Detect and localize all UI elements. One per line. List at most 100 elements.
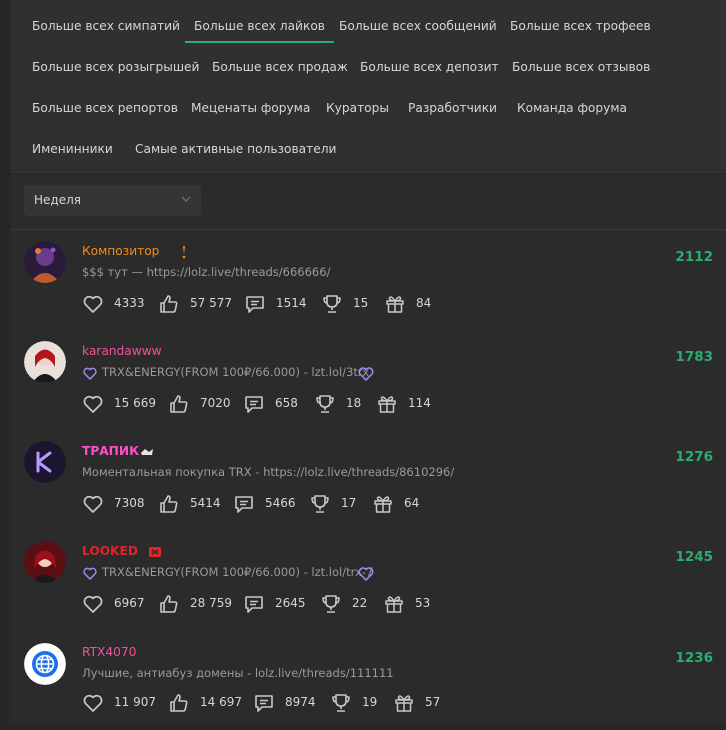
likes-count: 6967 bbox=[114, 596, 145, 610]
message-icon bbox=[246, 296, 264, 313]
thumbs-up-icon bbox=[170, 395, 188, 413]
tab-most-active-users[interactable]: Самые активные пользователи bbox=[135, 123, 336, 164]
leaderboard-row: Композитор $$$ тут — https://lolz.live/t… bbox=[11, 230, 726, 330]
messages-count: 2645 bbox=[275, 596, 306, 610]
trophy-icon bbox=[332, 694, 350, 712]
heart-icon bbox=[83, 495, 103, 513]
thumbs-count: 28 759 bbox=[190, 596, 232, 610]
thumbs-count: 5414 bbox=[190, 496, 221, 510]
gift-icon bbox=[385, 596, 403, 613]
username[interactable]: Композитор bbox=[82, 244, 159, 258]
avatar[interactable] bbox=[24, 241, 66, 283]
user-status: Лучшие, антиабуз домены - lolz.live/thre… bbox=[82, 666, 394, 680]
username[interactable]: LOOKED bbox=[82, 544, 138, 558]
heart-badge-icon bbox=[83, 367, 97, 380]
trophies-count: 17 bbox=[341, 496, 357, 510]
tab-most-deposit[interactable]: Больше всех депозит bbox=[360, 41, 499, 82]
heart-badge-icon bbox=[83, 567, 97, 580]
badge-icon bbox=[182, 246, 186, 259]
trophy-icon bbox=[316, 395, 334, 413]
gifts-count: 114 bbox=[408, 396, 431, 410]
leaderboard-row: RTX4070 Лучшие, антиабуз домены - lolz.l… bbox=[11, 630, 726, 730]
heart-badge-icon bbox=[358, 367, 374, 381]
thumbs-up-icon bbox=[160, 495, 178, 513]
gifts-count: 53 bbox=[415, 596, 431, 610]
trophy-icon bbox=[311, 495, 329, 513]
tab-most-sympathies[interactable]: Больше всех симпатий bbox=[32, 0, 180, 41]
gifts-count: 57 bbox=[425, 695, 441, 709]
gift-icon bbox=[374, 496, 392, 513]
user-status: $$$ тут — https://lolz.live/threads/6666… bbox=[82, 265, 331, 279]
trophy-icon bbox=[322, 595, 340, 613]
badge-icon bbox=[141, 449, 153, 455]
username[interactable]: karandawww bbox=[82, 344, 162, 358]
likes-count: 4333 bbox=[114, 296, 145, 310]
thumbs-count: 7020 bbox=[200, 396, 231, 410]
leaderboard-row: ТРАПИК Моментальная покупка TRX - https:… bbox=[11, 430, 726, 530]
thumbs-up-icon bbox=[170, 694, 188, 712]
thumbs-up-icon bbox=[160, 595, 178, 613]
leaderboard-row: LOOKED TRX&ENERGY(FROM 100₽/66.000) - lz… bbox=[11, 530, 726, 630]
message-icon bbox=[255, 695, 273, 712]
trophies-count: 22 bbox=[352, 596, 368, 610]
avatar[interactable] bbox=[24, 541, 66, 583]
trophies-count: 18 bbox=[346, 396, 362, 410]
heart-icon bbox=[83, 694, 103, 712]
tab-most-reports[interactable]: Больше всех репортов bbox=[32, 82, 178, 123]
trophies-count: 15 bbox=[353, 296, 369, 310]
thumbs-count: 57 577 bbox=[190, 296, 232, 310]
user-status: TRX&ENERGY(FROM 100₽/66.000) - lzt.lol/t… bbox=[102, 565, 374, 579]
score: 1783 bbox=[675, 349, 713, 365]
score: 2112 bbox=[675, 249, 713, 265]
score: 1236 bbox=[675, 650, 713, 666]
tab-forum-team[interactable]: Команда форума bbox=[517, 82, 627, 123]
heart-icon bbox=[83, 395, 103, 413]
trophies-count: 19 bbox=[362, 695, 378, 709]
messages-count: 658 bbox=[275, 396, 298, 410]
tab-most-sales[interactable]: Больше всех продаж bbox=[212, 41, 348, 82]
heart-badge-icon bbox=[358, 567, 374, 581]
likes-count: 11 907 bbox=[114, 695, 156, 709]
tab-most-reviews[interactable]: Больше всех отзывов bbox=[512, 41, 650, 82]
tab-developers[interactable]: Разработчики bbox=[408, 82, 497, 123]
username[interactable]: RTX4070 bbox=[82, 645, 136, 659]
score: 1245 bbox=[675, 549, 713, 565]
username[interactable]: ТРАПИК bbox=[82, 444, 139, 458]
avatar[interactable] bbox=[24, 643, 66, 685]
gifts-count: 84 bbox=[416, 296, 432, 310]
tab-curators[interactable]: Кураторы bbox=[326, 82, 389, 123]
top-tabs: Больше всех симпатий Больше всех лайков … bbox=[11, 0, 726, 170]
heart-icon bbox=[83, 595, 103, 613]
user-status: Моментальная покупка TRX - https://lolz.… bbox=[82, 465, 455, 479]
score: 1276 bbox=[675, 449, 713, 465]
message-icon bbox=[245, 596, 263, 613]
avatar[interactable] bbox=[24, 441, 66, 483]
period-select-value: Неделя bbox=[34, 193, 81, 207]
tab-most-likes[interactable]: Больше всех лайков bbox=[185, 0, 334, 43]
thumbs-up-icon bbox=[160, 295, 178, 313]
thumbs-count: 14 697 bbox=[200, 695, 242, 709]
messages-count: 8974 bbox=[285, 695, 316, 709]
tab-forum-patrons[interactable]: Меценаты форума bbox=[191, 82, 310, 123]
message-icon bbox=[235, 496, 253, 513]
messages-count: 5466 bbox=[265, 496, 296, 510]
user-status: TRX&ENERGY(FROM 100₽/66.000) - lzt.lol/3… bbox=[102, 365, 370, 379]
leaderboard-list: Композитор $$$ тут — https://lolz.live/t… bbox=[11, 230, 726, 723]
gift-icon bbox=[378, 396, 396, 413]
tab-birthdays[interactable]: Именинники bbox=[32, 123, 113, 164]
badge-icon bbox=[149, 547, 161, 557]
likes-count: 15 669 bbox=[114, 396, 156, 410]
tab-most-trophies[interactable]: Больше всех трофеев bbox=[510, 0, 651, 41]
tab-most-giveaways[interactable]: Больше всех розыгрышей bbox=[32, 41, 199, 82]
heart-icon bbox=[83, 295, 103, 313]
trophy-icon bbox=[323, 295, 341, 313]
leaderboard-row: karandawww TRX&ENERGY(FROM 100₽/66.000) … bbox=[11, 330, 726, 430]
gift-icon bbox=[386, 296, 404, 313]
likes-count: 7308 bbox=[114, 496, 145, 510]
avatar[interactable] bbox=[24, 341, 66, 383]
tab-most-messages[interactable]: Больше всех сообщений bbox=[339, 0, 497, 41]
messages-count: 1514 bbox=[276, 296, 307, 310]
chevron-down-icon bbox=[181, 196, 191, 202]
gift-icon bbox=[395, 695, 413, 712]
period-select[interactable]: Неделя bbox=[24, 185, 201, 216]
